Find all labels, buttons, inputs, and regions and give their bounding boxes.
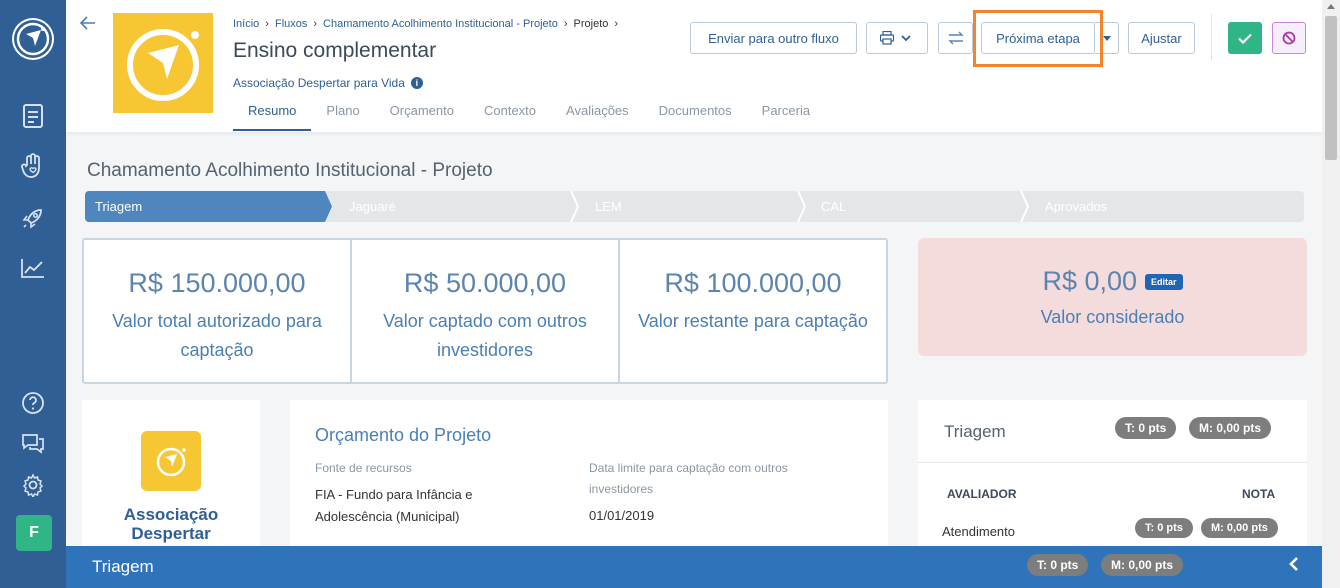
organization-card: Associação Despertar [82, 400, 260, 550]
project-header: Início › Fluxos › Chamamento Acolhimento… [66, 0, 1322, 132]
step-lem[interactable]: LEM [585, 191, 622, 222]
chart-line-icon[interactable] [18, 253, 48, 283]
triage-card: Triagem T: 0 pts M: 0,00 pts AVALIADOR N… [918, 400, 1307, 550]
breadcrumb-separator: › [563, 18, 568, 30]
hand-heart-icon[interactable] [18, 151, 48, 181]
approve-button[interactable] [1228, 22, 1262, 54]
row-total-badge: T: 0 pts [1135, 518, 1193, 538]
app-logo[interactable] [12, 18, 54, 60]
organization-name[interactable]: Associação Despertar para Vida [233, 76, 405, 90]
user-avatar[interactable]: F [16, 515, 52, 551]
breadcrumb-project: Projeto [573, 18, 609, 30]
edit-button[interactable]: Editar [1145, 273, 1183, 290]
scroll-thumb[interactable] [1325, 16, 1337, 160]
step-aprovados[interactable]: Aprovados [1035, 191, 1107, 222]
funding-source-label: Fonte de recursos [315, 461, 412, 475]
scroll-up-arrow[interactable] [1327, 4, 1335, 9]
swap-arrows-icon [947, 31, 964, 45]
stage-footer-bar[interactable]: Triagem T: 0 pts M: 0,00 pts [66, 546, 1322, 588]
tab-documentos[interactable]: Documentos [644, 93, 747, 131]
stat-value: R$ 100.000,00 [664, 268, 842, 298]
document-icon[interactable] [18, 101, 48, 131]
triage-title: Triagem [944, 422, 1006, 441]
caret-down-icon [1102, 35, 1111, 41]
send-to-other-flow-button[interactable]: Enviar para outro fluxo [690, 22, 857, 54]
stat-authorized: R$ 150.000,00 Valor total autorizado par… [84, 240, 352, 382]
deadline-label: Data limite para captação com outros inv… [589, 461, 788, 496]
section-title: Chamamento Acolhimento Institucional - P… [87, 160, 493, 181]
considered-value: R$ 0,00 [1042, 266, 1138, 296]
stat-label: Valor captado com outros investidores [383, 311, 587, 360]
row-mean-badge: M: 0,00 pts [1201, 518, 1278, 538]
stat-label: Valor total autorizado para captação [112, 311, 322, 360]
stat-label: Valor restante para captação [638, 311, 868, 331]
printer-icon [880, 31, 911, 45]
step-cal[interactable]: CAL [811, 191, 846, 222]
tab-parceria[interactable]: Parceria [747, 93, 825, 131]
triage-total-badge: T: 0 pts [1115, 417, 1177, 439]
divider [918, 462, 1307, 463]
stat-remaining: R$ 100.000,00 Valor restante para captaç… [620, 240, 886, 382]
funding-stats: R$ 150.000,00 Valor total autorizado par… [82, 238, 888, 384]
info-icon[interactable]: i [410, 77, 423, 89]
page-title: Ensino complementar [233, 39, 437, 62]
breadcrumb-separator: › [614, 18, 619, 30]
breadcrumb-flows[interactable]: Fluxos [275, 18, 307, 30]
tab-orcamento[interactable]: Orçamento [375, 93, 469, 131]
tab-resumo[interactable]: Resumo [233, 93, 312, 131]
sidebar: F [0, 0, 66, 588]
chevron-left-icon[interactable] [1288, 555, 1300, 578]
budget-card: Orçamento do Projeto Fonte de recursos F… [290, 400, 888, 550]
divider [1211, 14, 1212, 60]
step-jaguare[interactable]: Jaguaré [339, 191, 396, 222]
footer-total-badge: T: 0 pts [1027, 554, 1089, 576]
print-dropdown-button[interactable] [866, 22, 928, 54]
stat-value: R$ 150.000,00 [128, 268, 306, 298]
navigation-arrow-icon [127, 29, 199, 101]
column-evaluator: AVALIADOR [947, 487, 1017, 501]
funding-source-value: FIA - Fundo para Infância e Adolescência… [315, 487, 473, 524]
column-grade: NOTA [1242, 487, 1276, 501]
budget-title: Orçamento do Projeto [315, 425, 492, 445]
check-icon [1238, 33, 1252, 44]
triage-mean-badge: M: 0,00 pts [1189, 417, 1272, 439]
organization-link[interactable]: Associação Despertar para Vida i [233, 76, 423, 90]
project-tabs: Resumo Plano Orçamento Contexto Avaliaçõ… [233, 93, 825, 131]
organization-logo-small [141, 431, 201, 491]
step-triagem[interactable]: Triagem [85, 191, 142, 222]
flow-stepper: Triagem Jaguaré LEM CAL Aprovados [85, 191, 1304, 222]
organization-logo [113, 13, 213, 113]
breadcrumb-home[interactable]: Início [233, 18, 259, 30]
deadline-value: 01/01/2019 [589, 508, 655, 523]
breadcrumb-separator: › [313, 18, 318, 30]
chat-icon[interactable] [18, 428, 48, 458]
footer-title: Triagem [92, 557, 154, 576]
organization-card-name[interactable]: Associação Despertar [82, 505, 260, 543]
evaluator-row-label: Atendimento [942, 524, 1015, 539]
breadcrumb-separator: › [265, 18, 269, 30]
stat-raised: R$ 50.000,00 Valor captado com outros in… [352, 240, 620, 382]
rocket-icon[interactable] [18, 203, 48, 233]
highlight-frame [973, 10, 1103, 67]
breadcrumb-call[interactable]: Chamamento Acolhimento Institucional - P… [323, 18, 558, 30]
navigation-arrow-icon [156, 447, 186, 477]
stepper-shapes [85, 191, 1304, 222]
tab-plano[interactable]: Plano [311, 93, 374, 131]
footer-mean-badge: M: 0,00 pts [1101, 554, 1184, 576]
reject-button[interactable] [1272, 22, 1306, 54]
gear-icon[interactable] [18, 470, 48, 500]
navigation-arrow-icon [14, 20, 52, 58]
help-icon[interactable] [18, 388, 48, 418]
tab-avaliacoes[interactable]: Avaliações [551, 93, 644, 131]
transfer-button[interactable] [938, 22, 973, 54]
ban-icon [1282, 31, 1296, 45]
considered-label: Valor considerado [1040, 307, 1185, 327]
breadcrumb: Início › Fluxos › Chamamento Acolhimento… [233, 18, 618, 30]
adjust-button[interactable]: Ajustar [1128, 22, 1195, 54]
stat-value: R$ 50.000,00 [403, 268, 567, 298]
scrollbar[interactable] [1322, 0, 1340, 588]
tab-contexto[interactable]: Contexto [469, 93, 551, 131]
back-arrow-icon[interactable] [79, 14, 96, 35]
considered-value-card: R$ 0,00 Editar Valor considerado [918, 238, 1307, 356]
